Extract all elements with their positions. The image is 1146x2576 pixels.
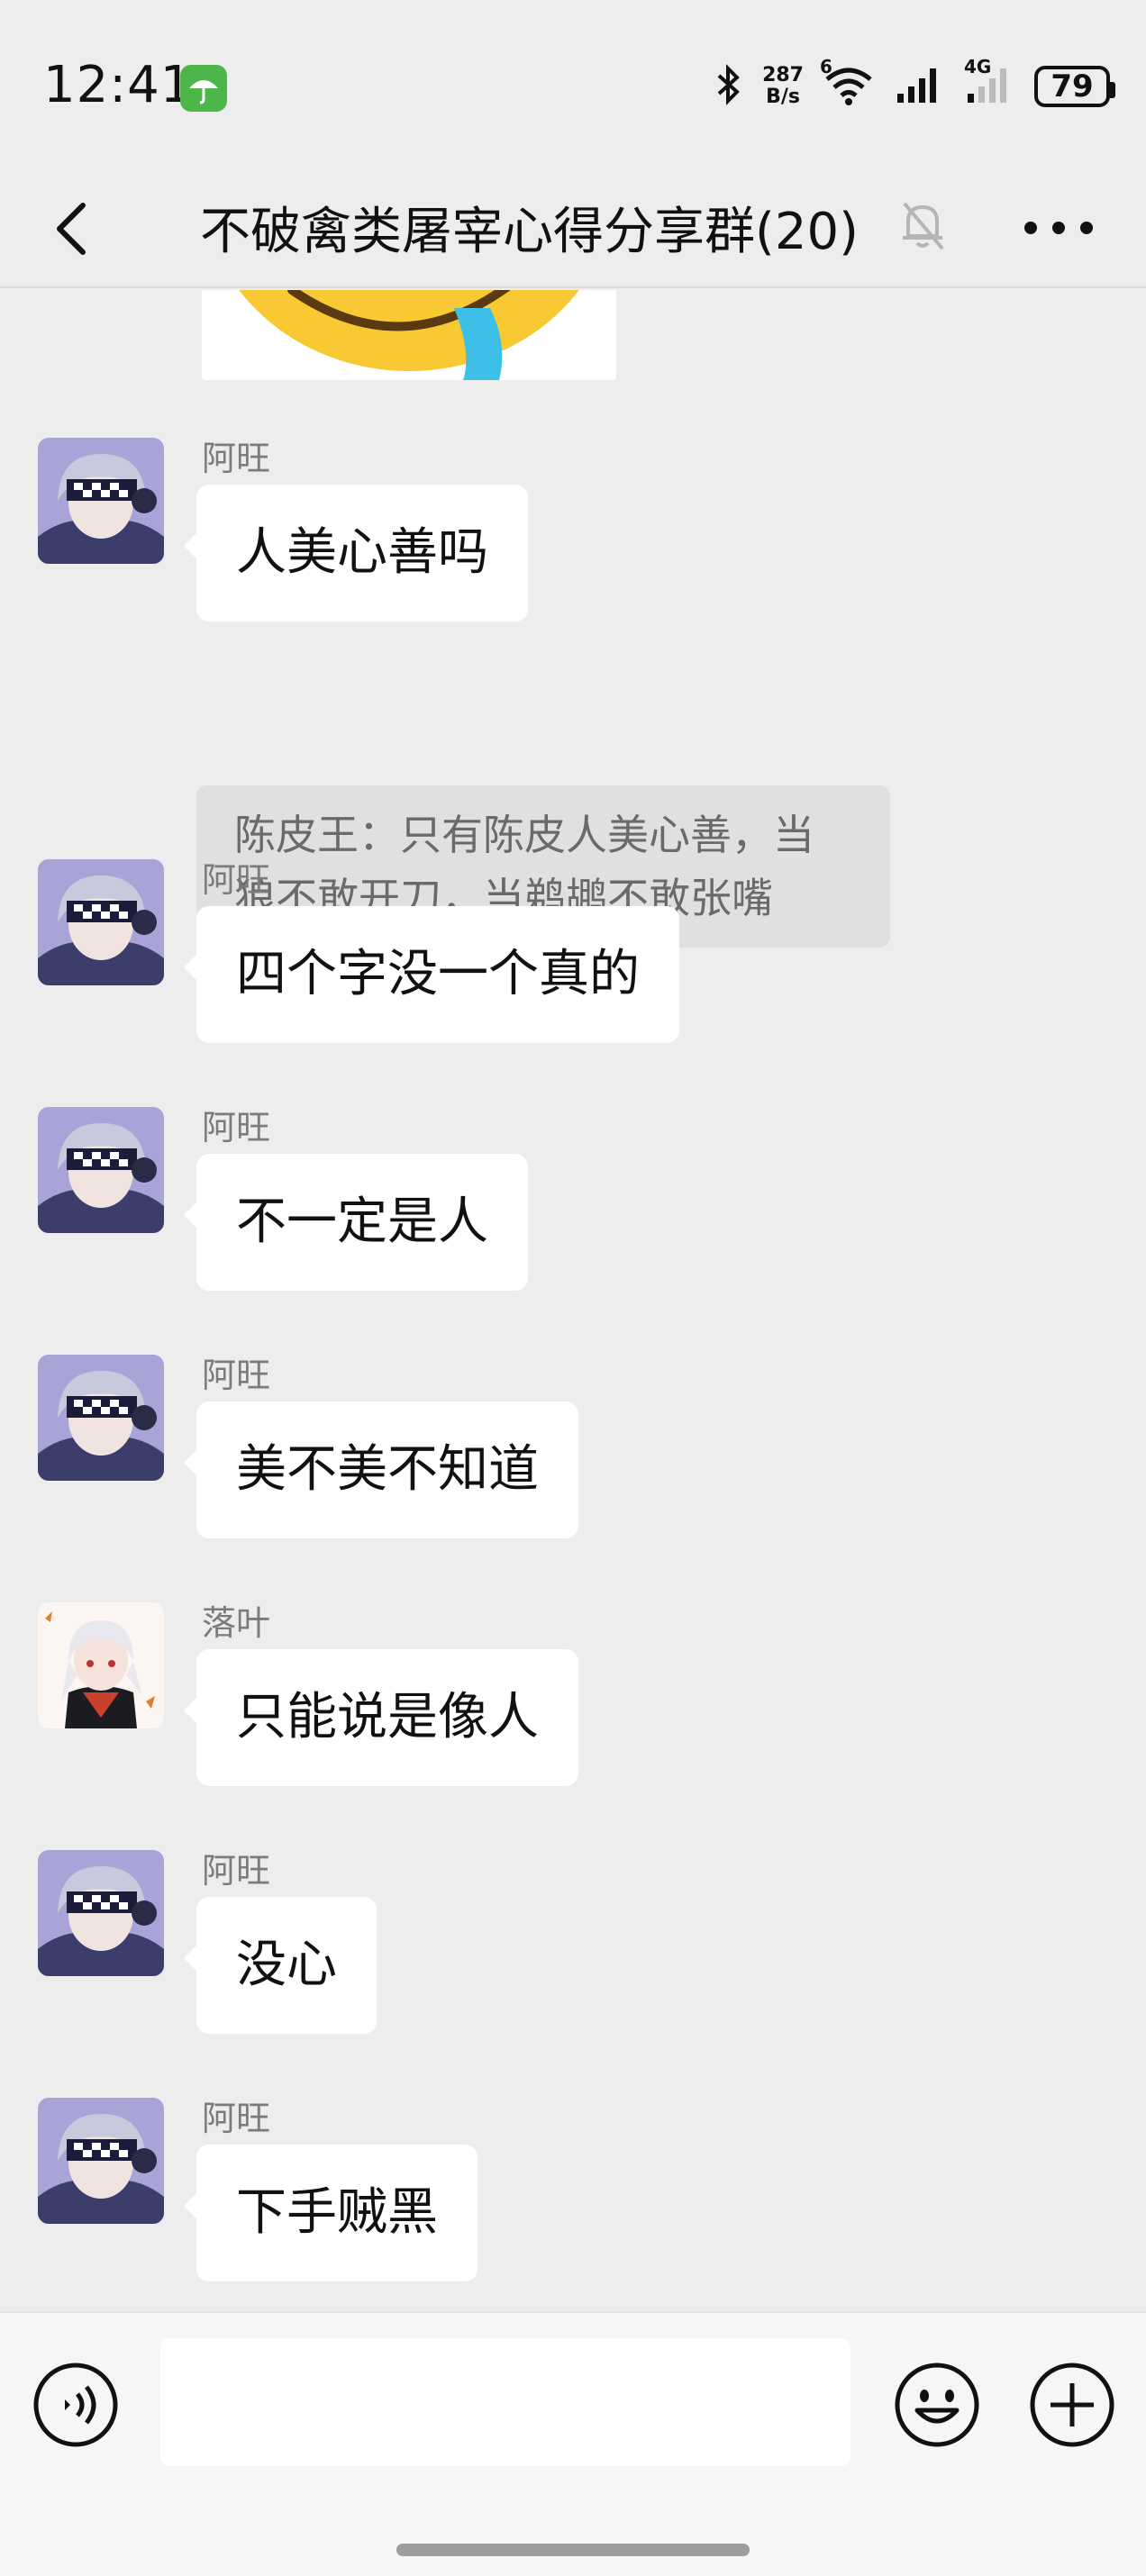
status-icons: 287 B/s 6 4G 79: [696, 56, 1115, 113]
back-button[interactable]: [43, 193, 115, 265]
chat-header: 不破禽类屠宰心得分享群(20): [0, 171, 1146, 288]
avatar[interactable]: [38, 1107, 164, 1233]
sender-name: 阿旺: [202, 1851, 271, 1891]
plus-button[interactable]: [1027, 2360, 1117, 2450]
avatar[interactable]: [38, 2098, 164, 2224]
sender-name: 阿旺: [202, 439, 271, 478]
message-bubble[interactable]: 只能说是像人: [184, 1649, 578, 1786]
sender-name: 阿旺: [202, 2099, 271, 2138]
chat-title: 不破禽类屠宰心得分享群(20): [200, 203, 859, 261]
sender-name: 落叶: [202, 1603, 271, 1643]
emoji-icon: [895, 2363, 979, 2447]
message-bubble[interactable]: 没心: [184, 1897, 377, 2034]
chat-message-list[interactable]: 阿旺 人美心善吗 陈皮王：只有陈皮人美心善，当狼不敢开刀，当鹈鹕不敢张嘴 阿旺 …: [0, 290, 1146, 2311]
more-button[interactable]: [1018, 196, 1099, 259]
avatar[interactable]: [38, 1850, 164, 1976]
network-speed: 287 B/s: [762, 64, 804, 108]
message-bubble[interactable]: 不一定是人: [184, 1154, 528, 1291]
plus-icon: [1030, 2363, 1114, 2447]
umbrella-app-icon: [180, 65, 227, 112]
home-indicator[interactable]: [396, 2544, 750, 2556]
message-bubble[interactable]: 人美心善吗: [184, 485, 528, 621]
signal-4g-icon: 4G: [964, 56, 1014, 110]
battery-icon: 79: [1034, 66, 1115, 107]
back-chevron-icon: [57, 203, 86, 255]
message-bubble[interactable]: 四个字没一个真的: [184, 906, 679, 1043]
input-bar: [0, 2311, 1146, 2576]
wifi-icon: 6: [820, 56, 874, 110]
avatar[interactable]: [38, 1355, 164, 1481]
message-bubble[interactable]: 下手贼黑: [184, 2145, 478, 2281]
sender-name: 阿旺: [202, 860, 271, 900]
message-input[interactable]: [160, 2338, 850, 2466]
avatar[interactable]: [38, 859, 164, 985]
sender-name: 阿旺: [202, 1356, 271, 1395]
voice-button[interactable]: [31, 2360, 121, 2450]
status-bar: 12:41 287 B/s 6 4G 79: [0, 0, 1146, 171]
sender-name: 阿旺: [202, 1108, 271, 1147]
avatar[interactable]: [38, 438, 164, 564]
emoji-button[interactable]: [892, 2360, 982, 2450]
voice-icon: [33, 2363, 118, 2447]
sticker-image[interactable]: [202, 290, 616, 380]
message-bubble[interactable]: 美不美不知道: [184, 1401, 578, 1538]
status-time: 12:41: [43, 56, 194, 114]
more-dots-icon: [1024, 222, 1093, 234]
bell-muted-icon: [897, 196, 948, 258]
avatar[interactable]: [38, 1602, 164, 1728]
signal-icon: [894, 63, 944, 110]
bluetooth-icon: [715, 63, 742, 110]
